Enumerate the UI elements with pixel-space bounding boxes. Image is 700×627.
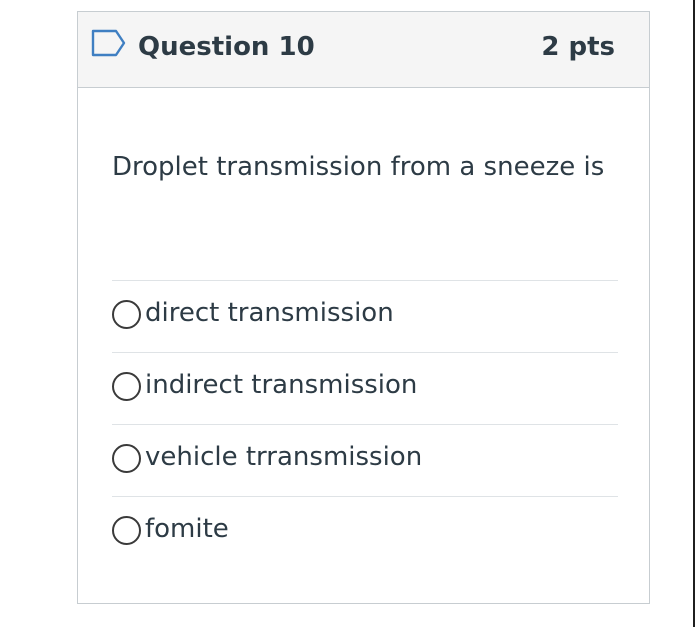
answer-label[interactable]: indirect transmission — [145, 367, 417, 403]
window-edge — [693, 0, 695, 627]
answer-label[interactable]: direct transmission — [145, 295, 394, 331]
answer-label[interactable]: fomite — [145, 511, 229, 547]
radio-button[interactable] — [112, 444, 141, 473]
answer-list: direct transmission indirect transmissio… — [112, 280, 618, 568]
answer-option[interactable]: direct transmission — [112, 280, 618, 352]
question-points: 2 pts — [541, 32, 615, 62]
answer-option[interactable]: vehicle trransmission — [112, 424, 618, 496]
radio-button[interactable] — [112, 300, 141, 329]
answer-option[interactable]: fomite — [112, 496, 618, 568]
answer-option[interactable]: indirect transmission — [112, 352, 618, 424]
flag-outline-icon[interactable] — [91, 29, 127, 57]
question-card: Question 10 2 pts Droplet transmission f… — [77, 11, 650, 604]
radio-button[interactable] — [112, 516, 141, 545]
radio-button[interactable] — [112, 372, 141, 401]
page: Question 10 2 pts Droplet transmission f… — [0, 0, 700, 627]
question-header: Question 10 2 pts — [78, 12, 649, 88]
question-text: Droplet transmission from a sneeze is — [112, 152, 605, 182]
question-title: Question 10 — [138, 32, 315, 62]
answer-label[interactable]: vehicle trransmission — [145, 439, 422, 475]
